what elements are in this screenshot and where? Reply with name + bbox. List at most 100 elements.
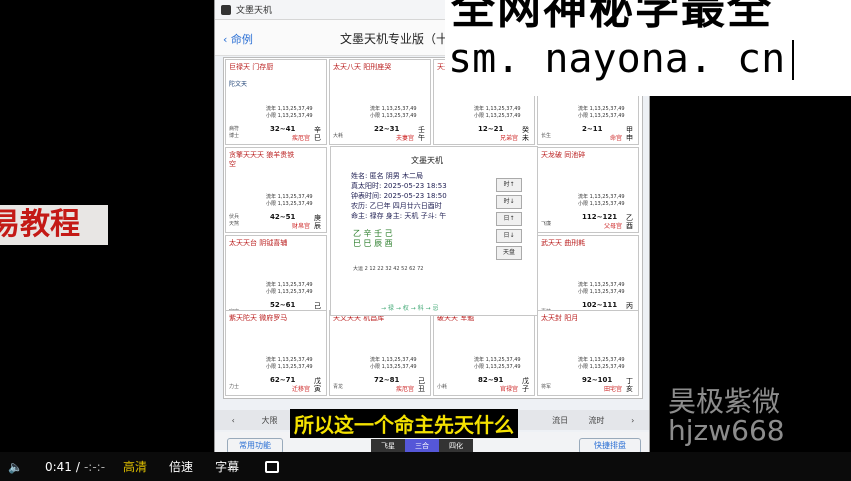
tab-next-icon[interactable]: ›	[615, 416, 649, 425]
nav-title: 文墨天机专业版（十	[340, 32, 449, 46]
tab-prev-icon[interactable]: ‹	[215, 416, 251, 425]
palace-side-stars: 小耗	[437, 384, 448, 390]
palace-range: 92~101	[582, 376, 613, 384]
palace-side-stars: 力士	[229, 384, 240, 390]
video-subtitle: 所以这一个命主先天什么	[290, 409, 518, 438]
palace-ganzhi: 己丑	[418, 377, 425, 393]
palace-side-stars: 青龙	[333, 384, 344, 390]
palace-liunian: 流年 1,13,25,37,49 小限 1,13,25,37,49	[474, 106, 521, 119]
palace-ganzhi: 壬午	[418, 126, 425, 142]
palace-side-stars: 飞廉	[541, 221, 552, 227]
palace-name: 财帛宫	[291, 223, 310, 230]
time-adjust-button[interactable]: 时↑	[496, 178, 522, 192]
segment-feixing[interactable]: 飞星	[371, 439, 405, 453]
center-info-line: 真太阳时: 2025-05-23 18:53	[351, 182, 447, 190]
palace-range: 72~81	[374, 376, 400, 384]
palace-stars: 贪擎天天天 狼羊贵铁空	[229, 151, 295, 168]
palace-cell[interactable]: 天文天天 机昌库 流年 1,13,25,37,49 小限 1,13,25,37,4…	[329, 310, 431, 396]
palace-liunian: 流年 1,13,25,37,49 小限 1,13,25,37,49	[266, 194, 313, 207]
time-adjust-button[interactable]: 日↑	[496, 212, 522, 226]
palace-range: 42~51	[270, 213, 296, 221]
palace-side-stars: 伏兵 天煞	[229, 214, 240, 227]
palace-range: 2~11	[582, 125, 603, 133]
palace-cell[interactable]: 贪擎天天天 狼羊贵铁空流年 1,13,25,37,49 小限 1,13,25,3…	[225, 147, 327, 233]
palace-cell[interactable]: 武天天 曲刑耗流年 1,13,25,37,49 小限 1,13,25,37,49…	[537, 235, 639, 321]
palace-ganzhi: 丁亥	[626, 377, 633, 393]
palace-name: 疾厄宫	[291, 135, 310, 142]
palace-range: 12~21	[478, 125, 504, 133]
mode-segment: 飞星 三合 四化	[371, 439, 473, 453]
palace-side-stars: 将军	[541, 384, 552, 390]
fullscreen-icon[interactable]	[265, 460, 280, 473]
palace-side-stars: 病符 博士	[229, 126, 240, 139]
palace-stars: 武天天 曲刑耗	[541, 239, 586, 247]
palace-stars: 巨禄天 门存厨	[229, 63, 274, 71]
palace-name: 田宅宫	[603, 386, 622, 393]
palace-range: 102~111	[582, 301, 618, 309]
time-adjust-button[interactable]: 时↓	[496, 195, 522, 209]
app-window-title: 文墨天机	[236, 6, 273, 16]
palace-cell[interactable]: 太天八天 阳刑座哭 流年 1,13,25,37,49 小限 1,13,25,37,…	[329, 59, 431, 145]
back-button[interactable]: ‹ 命例	[223, 31, 253, 47]
palace-cell[interactable]: 紫天陀天 微府罗马流年 1,13,25,37,49 小限 1,13,25,37,…	[225, 310, 327, 396]
palace-cell[interactable]: 太天天台 阴钺喜辅流年 1,13,25,37,49 小限 1,13,25,37,…	[225, 235, 327, 321]
palace-liunian: 流年 1,13,25,37,49 小限 1,13,25,37,49	[266, 357, 313, 370]
time-separator: /	[75, 459, 80, 474]
palace-ganzhi: 戊子	[522, 377, 529, 393]
palace-name: 夫妻宫	[395, 135, 414, 142]
palace-name: 父母宫	[603, 223, 622, 230]
center-info: 姓名: 匿名 阴男 木二局 真太阳时: 2025-05-23 18:53 钟表时间:…	[351, 171, 447, 221]
palace-name: 兄弟宫	[499, 135, 518, 142]
speed-button[interactable]: 倍速	[169, 458, 193, 475]
palace-range: 112~121	[582, 213, 618, 221]
segment-sanhe[interactable]: 三合	[405, 439, 439, 453]
center-luck: 大运 2 12 22 32 42 52 62 72	[353, 266, 424, 272]
video-player-bar: 🔈 0:41 / -:-:- 高清 倍速 字幕	[0, 452, 851, 481]
bottom-tab[interactable]: 大限	[251, 415, 287, 426]
palace-side-stars: 长生	[541, 133, 552, 139]
palace-stars: 紫天陀天 微府罗马	[229, 314, 288, 322]
palace-range: 52~61	[270, 301, 296, 309]
palace-cell[interactable]: 天龙破 同池碎 流年 1,13,25,37,49 小限 1,13,25,37,49…	[537, 147, 639, 233]
palace-name: 迁移宫	[291, 386, 310, 393]
palace-stars: 太天天台 阴钺喜辅	[229, 239, 288, 247]
bottom-tab[interactable]: 流时	[578, 415, 614, 426]
palace-liunian: 流年 1,13,25,37,49 小限 1,13,25,37,49	[370, 106, 417, 119]
bottom-tab[interactable]: 流日	[542, 415, 578, 426]
palace-name: 官禄宫	[499, 386, 518, 393]
side-banner-text: 易教程	[0, 207, 80, 242]
palace-liunian: 流年 1,13,25,37,49 小限 1,13,25,37,49	[578, 282, 625, 295]
time-adjust-button[interactable]: 日↓	[496, 229, 522, 243]
watermark-top: 全网神秘学最全	[451, 0, 773, 34]
time-adjust-buttons: 时↑ 时↓ 日↑ 日↓ 天盘	[496, 178, 524, 263]
captions-button[interactable]: 字幕	[215, 458, 239, 475]
center-info-line: 钟表时间: 2025-05-23 18:50	[351, 192, 447, 200]
palace-ganzhi: 甲申	[626, 126, 633, 142]
center-pillars: 乙 辛 壬 己 巳 巳 辰 酉	[353, 229, 393, 248]
volume-icon[interactable]: 🔈	[8, 460, 23, 474]
palace-ganzhi: 癸未	[522, 126, 529, 142]
palace-cell[interactable]: 破天天 军魁 流年 1,13,25,37,49 小限 1,13,25,37,49 8…	[433, 310, 535, 396]
time-adjust-button[interactable]: 天盘	[496, 246, 522, 260]
watermark-url: sm. nayona. cn	[448, 36, 786, 82]
side-banner: 易教程	[0, 205, 108, 245]
palace-cell[interactable]: 太天封 阳月 流年 1,13,25,37,49 小限 1,13,25,37,49 9…	[537, 310, 639, 396]
center-info-line: 农历: 乙巳年 四月廿六日酉时	[351, 202, 442, 210]
current-time: 0:41	[44, 459, 72, 474]
palace-ganzhi: 庚辰	[314, 214, 321, 230]
palace-ganzhi: 辛巳	[314, 126, 321, 142]
ziwei-chart: 巨禄天 门存厨 陀文天流年 1,13,25,37,49 小限 1,13,25,37…	[223, 57, 643, 399]
segment-sihua[interactable]: 四化	[439, 439, 473, 453]
text-cursor	[792, 40, 794, 80]
palace-liunian: 流年 1,13,25,37,49 小限 1,13,25,37,49	[474, 357, 521, 370]
palace-range: 82~91	[478, 376, 504, 384]
palace-cell[interactable]: 巨禄天 门存厨 陀文天 流年 1,13,25,37,49 小限 1,13,25,37…	[225, 59, 327, 145]
quality-button[interactable]: 高清	[123, 458, 147, 475]
palace-range: 22~31	[374, 125, 400, 133]
palace-liunian: 流年 1,13,25,37,49 小限 1,13,25,37,49	[578, 194, 625, 207]
palace-side-stars: 大耗	[333, 133, 344, 139]
palace-minor-stars: 陀文天	[229, 81, 248, 88]
palace-stars: 太天封 阳月	[541, 314, 579, 322]
back-label: 命例	[230, 33, 253, 46]
palace-liunian: 流年 1,13,25,37,49 小限 1,13,25,37,49	[266, 282, 313, 295]
